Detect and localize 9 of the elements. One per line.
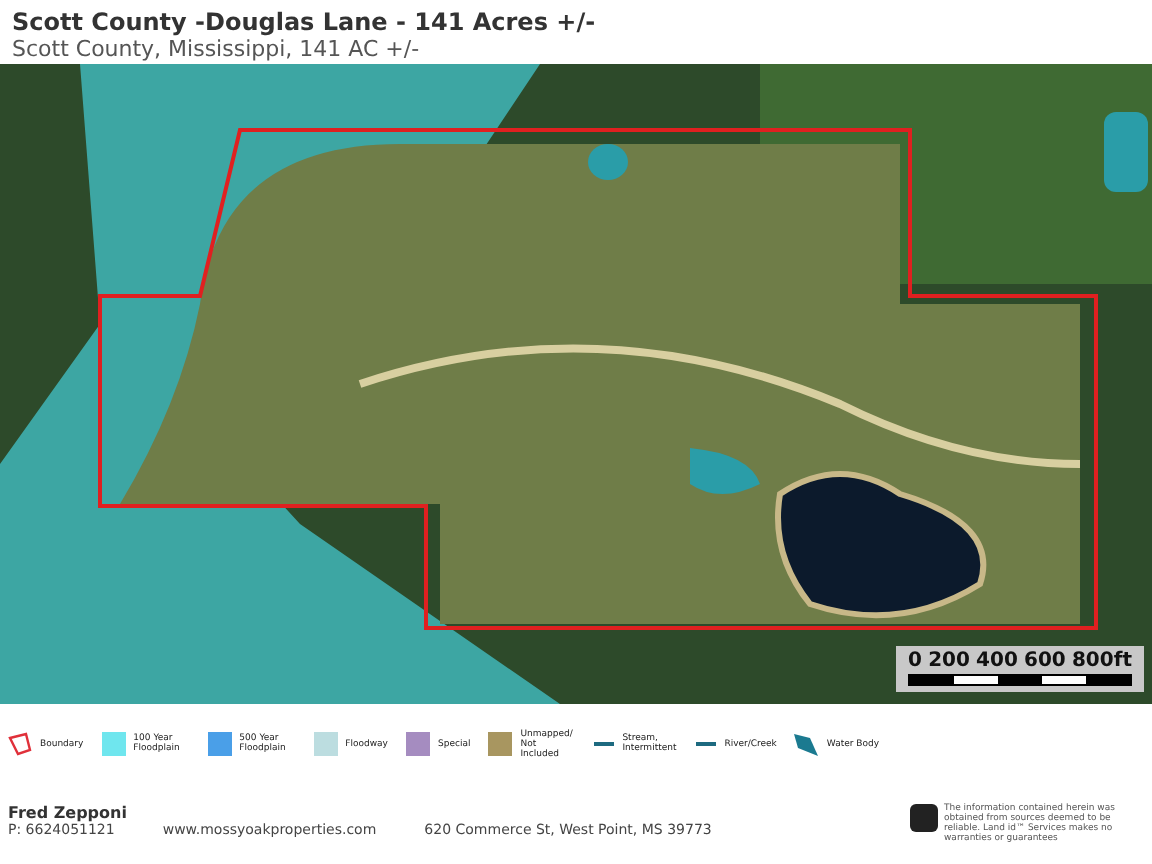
scale-label: 400	[976, 650, 1018, 672]
scale-label: 800ft	[1071, 650, 1132, 672]
scale-label: 200	[928, 650, 970, 672]
map-title: Scott County -Douglas Lane - 141 Acres +/-	[12, 10, 598, 36]
map-subtitle: Scott County, Mississippi, 141 AC +/-	[12, 36, 422, 64]
scale-label: 0	[908, 650, 922, 672]
logo-icon	[910, 804, 938, 832]
agent-name: Fred Zepponi	[8, 804, 129, 822]
scale-label: 600	[1024, 650, 1066, 672]
